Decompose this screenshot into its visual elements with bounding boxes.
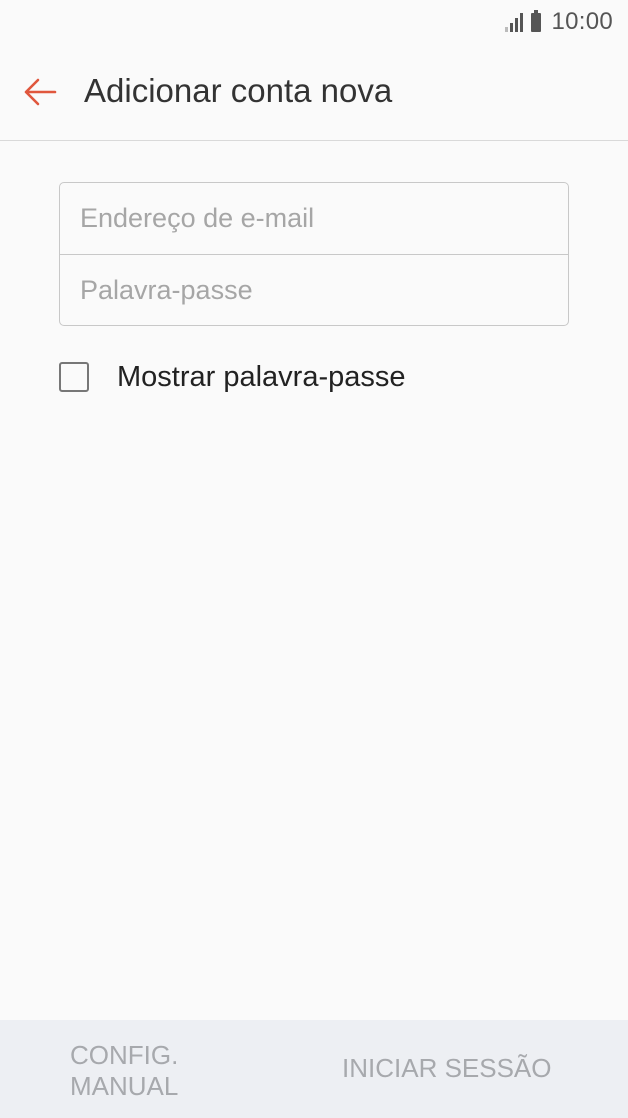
battery-icon <box>531 9 542 32</box>
page-title: Adicionar conta nova <box>84 72 393 109</box>
password-row <box>60 254 568 326</box>
show-password-label: Mostrar palavra-passe <box>117 360 406 393</box>
show-password-toggle[interactable]: Mostrar palavra-passe <box>59 357 406 397</box>
manual-setup-label-line1: CONFIG. <box>70 1040 179 1070</box>
sign-in-button[interactable]: INICIAR SESSÃO <box>342 1053 552 1084</box>
back-button[interactable] <box>18 70 66 114</box>
email-field[interactable] <box>80 183 548 254</box>
bottom-action-bar: CONFIG. MANUAL INICIAR SESSÃO <box>0 1020 628 1118</box>
status-time: 10:00 <box>551 8 613 35</box>
manual-setup-button[interactable]: CONFIG. MANUAL <box>70 1040 270 1102</box>
status-bar: 10:00 <box>0 0 628 44</box>
account-form <box>59 182 569 326</box>
email-row <box>60 183 568 254</box>
password-field[interactable] <box>80 255 548 326</box>
show-password-checkbox[interactable] <box>59 362 89 392</box>
arrow-left-icon <box>24 78 57 106</box>
signal-strength-icon <box>505 12 524 32</box>
status-indicators: 10:00 <box>505 8 613 36</box>
manual-setup-label-line2: MANUAL <box>70 1071 179 1101</box>
app-bar: Adicionar conta nova <box>0 44 628 141</box>
